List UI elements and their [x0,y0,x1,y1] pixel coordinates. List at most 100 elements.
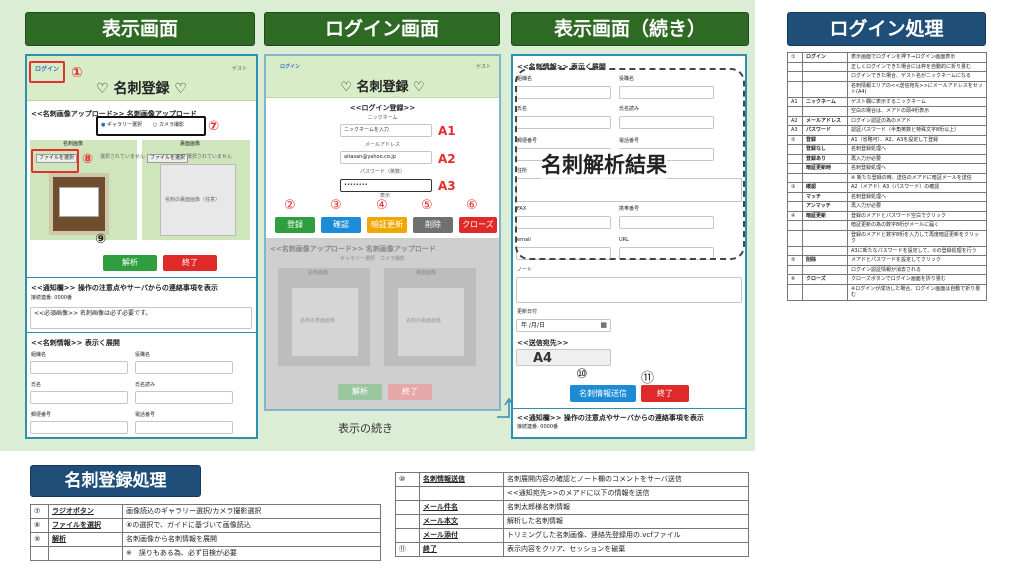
table-row: ログイン認証情報が消去される [787,264,987,275]
row-number [395,500,420,515]
back-file-button[interactable]: ファイルを選択 [147,154,189,163]
row-description: 名刺登録処理へ [847,191,987,202]
end-button-disabled: 終了 [388,384,432,400]
dest-input[interactable] [516,349,611,366]
row-description: 名刺登録処理へ [847,144,987,155]
header-login: ログイン画面 [264,12,500,46]
row-number [787,153,803,164]
table-row: ログインできた場合、ゲスト名がニックネームになる [787,71,987,82]
table-row: ※ 誤りもある為、必ず目検が必要 [30,546,381,561]
row-item [802,71,848,82]
notice-heading: <<通知欄>> 操作の注意点やサーバからの連絡事項を表示 [517,414,704,422]
table-row: 登録あり 再入力が必要 [787,153,987,164]
end-button[interactable]: 終了 [641,385,689,402]
table-row: メール件名 名刺太郎様名刺情報 [395,500,749,515]
guest-label: ゲスト [232,66,248,72]
row-description: メアドとパスワードを設定してクリック [847,255,987,266]
row-item: マッチ [802,191,848,202]
email-input[interactable]: aitasan@yahoo.co.jp [340,151,432,164]
card-image-label: 名刺画像 [63,141,84,147]
close-button[interactable]: クローズ [459,217,497,233]
login-link[interactable]: ログイン [280,64,300,71]
back-label: 裏面画像 [416,270,437,276]
row-number [787,144,803,155]
row-item [802,220,848,231]
app-title: ♡ 名刺登録 ♡ [96,81,187,97]
delete-button[interactable]: 削除 [413,217,453,233]
table-row: ※ 新たな登録の時、送信のメアドに暗証メールを送信 [787,172,987,183]
send-info-button[interactable]: 名刺情報送信 [570,385,636,402]
notice-heading: <<通知欄>> 操作の注意点やサーバからの連絡事項を表示 [31,284,218,292]
company-input[interactable] [30,361,128,374]
back-image-placeholder: 名刺の裏面画像（任意） [160,164,236,236]
divider-2 [27,332,256,333]
row-number [787,245,803,256]
dest-heading: <<送信宛先>> [517,339,569,347]
row-number: ⑥ [787,274,803,285]
row-item [802,80,848,98]
marker-10: ⑩ [576,367,588,382]
row-description: 再入力が必要 [847,153,987,164]
row-item: 暗証更新時 [802,163,848,174]
row-description: クローズボタンでログイン画面を折り畳む [847,274,987,285]
back-no-file-text: 選択されていません [187,154,232,160]
display-screen-panel: ログイン ① ゲスト ♡ 名刺登録 ♡ <<名刺画像アップロード>> 名刺画像ア… [25,54,258,439]
table-row: 空白の場合は、メアドの頭4桁表示 [787,106,987,117]
auth-update-button[interactable]: 暗証更新 [367,217,407,233]
zip-input[interactable] [30,421,128,434]
row-number [395,514,420,529]
marker-6: ⑥ [466,198,478,213]
row-number [30,546,49,561]
row-item [802,61,848,72]
confirm-button[interactable]: 確認 [321,217,361,233]
row-item: メール本文 [419,514,504,529]
row-number [787,163,803,174]
date-input[interactable]: 年 /月/日 ▦ [516,319,611,332]
row-number [787,264,803,275]
row-description: ⑧の選択で、ガイドに基づいて画像読込 [122,518,381,533]
row-item: 登録 [802,134,848,145]
row-number [787,201,803,212]
table-row: ③ 確認 A2（メアド）A3（パスワード）の確認 [787,182,987,193]
row-description: 名刺太郎様名刺情報 [503,500,749,515]
label-zip: 郵便番号 [31,412,52,418]
back-placeholder: 名刺の裏面画像 [398,288,464,356]
register-button[interactable]: 登録 [275,217,315,233]
marker-11: ⑪ [641,371,655,386]
end-button[interactable]: 終了 [163,255,217,271]
parse-button[interactable]: 解析 [103,255,157,271]
note-textarea[interactable] [516,277,742,303]
row-item [802,172,848,183]
table-row: 登録なし 名刺登録処理へ [787,144,987,155]
radio-camera[interactable]: ○ カメラ撮影 [153,122,184,129]
highlight-box-file [31,149,79,173]
nickname-input[interactable]: ニックネームを入力 [340,124,432,137]
row-description: 解析した名刺情報 [503,514,749,529]
kana-input[interactable] [135,391,233,404]
row-item: アンマッチ [802,201,848,212]
row-item [802,245,848,256]
calendar-icon: ▦ [600,321,607,329]
row-number [395,486,420,501]
send-proc-table-body: ⑩ 名刺情報送信 名刺展開内容の確認とノート欄のコメントをサーバ送信 <<通知宛先>>… [395,472,749,557]
row-number [395,528,420,543]
row-number: ⑦ [30,504,49,519]
table-row: 名刺情報エリアの<<送信宛先>>にメールアドレスをセット(A4) [787,80,987,98]
radio-gallery-label: ギャラリー選択 [106,122,142,128]
row-item [48,546,123,561]
password-input[interactable]: •••••••• [340,179,432,192]
row-description: ゲスト欄に表示するニックネーム [847,96,987,107]
table-row: A2 メールアドレス ログイン認証の為のメアド [787,115,987,126]
row-item: ログイン [802,52,848,63]
table-row: ⑨ 解析 名刺画像から名刺情報を展開 [30,532,381,547]
analysis-result-label: 名刺解析結果 [541,149,667,179]
table-row: <<通知宛先>>のメアドに以下の情報を送信 [395,486,749,501]
name-input[interactable] [30,391,128,404]
position-input[interactable] [135,361,233,374]
row-description: A3に新たなパスワードを設定して、②の登録処理を行う [847,245,987,256]
marker-a4: A4 [533,351,553,366]
table-row: ⑥ クローズ クローズボタンでログイン画面を折り畳む [787,274,987,285]
radio-gallery[interactable]: ● ギャラリー選択 [101,122,142,129]
tel-input[interactable] [135,421,233,434]
table-row: A3 パスワード 認証パスワード（半角英数と特殊文字8桁以上） [787,125,987,136]
